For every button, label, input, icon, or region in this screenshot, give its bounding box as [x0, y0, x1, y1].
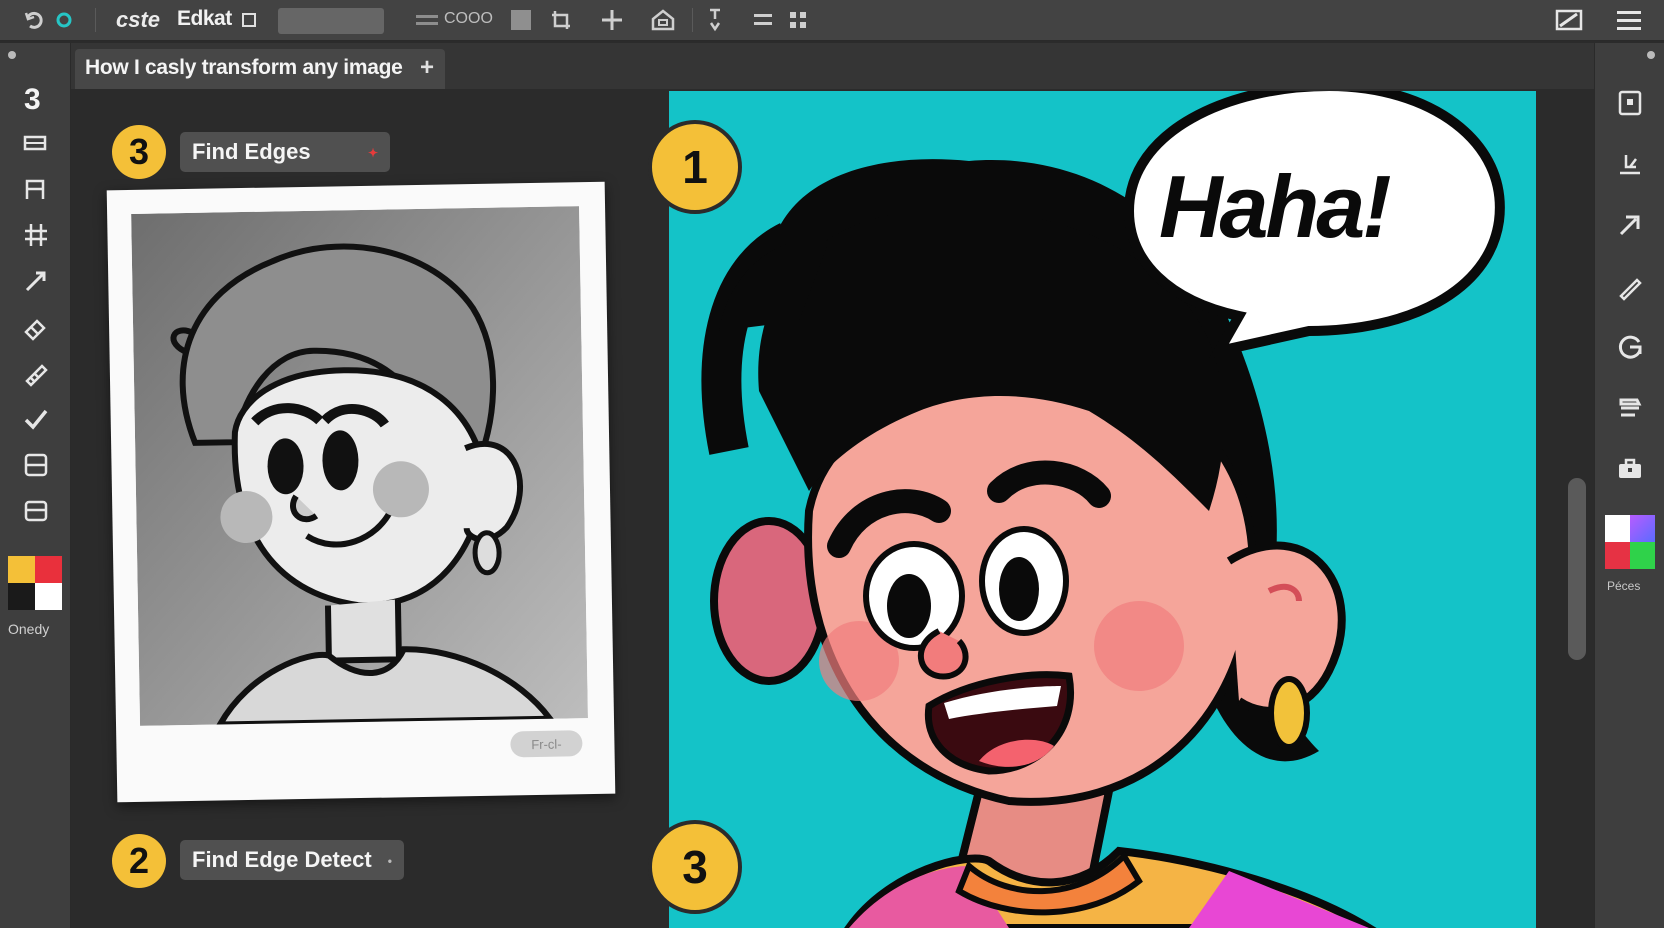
swatch-black[interactable]	[8, 583, 35, 610]
separator	[95, 8, 96, 32]
step-label: Find Edge Detect	[192, 847, 372, 872]
sketch-action-button[interactable]: Fr-cl-	[510, 730, 583, 758]
list-icon[interactable]	[1612, 391, 1648, 427]
sync-icon[interactable]	[52, 8, 76, 32]
step-badge-2: 2	[112, 834, 166, 888]
swatch-green[interactable]	[1630, 542, 1655, 569]
case-icon[interactable]	[1612, 451, 1648, 487]
tool-number: 3	[24, 83, 41, 116]
grid-icon[interactable]	[786, 8, 810, 32]
top-toolbar: cste Edkat COOO	[0, 0, 1664, 41]
swatch-yellow[interactable]	[8, 556, 35, 583]
app-logo: cste	[115, 7, 161, 32]
panel-dot	[8, 51, 16, 59]
swatch-purple[interactable]	[1630, 515, 1655, 542]
layers-icon[interactable]	[18, 447, 54, 483]
app-title: Edkat	[177, 7, 232, 30]
move-icon[interactable]	[598, 8, 626, 32]
step-find-edge-detect[interactable]: Find Edge Detect •	[180, 840, 404, 880]
panel-dot	[1647, 51, 1655, 59]
marquee-icon[interactable]	[18, 125, 54, 161]
sketch-photo[interactable]: Fr-cl-	[106, 181, 616, 803]
frame-icon[interactable]	[1612, 85, 1648, 121]
swatch-white[interactable]	[35, 583, 62, 610]
speech-bubble-text: Haha!	[1159, 157, 1391, 256]
align-icon[interactable]	[750, 8, 776, 32]
shape-icon[interactable]	[1612, 147, 1648, 183]
crop-tool-icon[interactable]	[18, 217, 54, 253]
new-tab-button[interactable]: +	[420, 54, 434, 82]
crop-icon[interactable]	[548, 8, 574, 32]
sketch-image	[131, 206, 588, 726]
cartoon-illustration	[701, 91, 1505, 928]
undo-icon[interactable]	[22, 8, 48, 32]
pencil-icon[interactable]	[18, 355, 54, 391]
step-badge-3: 3	[112, 125, 166, 179]
swatch-label: Onedy	[8, 621, 50, 637]
step-label: Find Edges	[192, 139, 311, 164]
step-find-edges[interactable]: Find Edges ✦	[180, 132, 390, 172]
pen-icon[interactable]	[1612, 269, 1648, 305]
right-toolbar: Péces	[1594, 43, 1664, 928]
stack-icon[interactable]	[412, 8, 442, 32]
separator	[692, 8, 693, 32]
step-dot: •	[387, 854, 392, 868]
brush-icon[interactable]	[18, 263, 54, 299]
image-edit-icon[interactable]	[1554, 8, 1584, 32]
right-swatch-label: Péces	[1607, 579, 1641, 593]
arrow-icon[interactable]	[1612, 207, 1648, 243]
search-field[interactable]	[278, 8, 384, 34]
zoom-level[interactable]: COOO	[444, 10, 493, 28]
home-icon[interactable]	[648, 8, 678, 32]
layout-icon[interactable]	[18, 493, 54, 529]
tab-title[interactable]: How I casly transform any image	[85, 56, 403, 80]
menu-icon[interactable]	[1614, 8, 1644, 32]
image-canvas[interactable]: Haha!	[669, 91, 1536, 928]
step-dot: ✦	[367, 146, 378, 160]
refresh-icon[interactable]	[1612, 329, 1648, 365]
canvas-badge-3: 3	[648, 820, 742, 914]
text-icon[interactable]	[18, 171, 54, 207]
panel-icon[interactable]	[238, 8, 260, 32]
mask-icon[interactable]	[508, 8, 534, 32]
color-swatches[interactable]	[8, 556, 62, 610]
canvas-badge-1: 1	[648, 120, 742, 214]
right-color-swatches[interactable]	[1605, 515, 1655, 569]
eraser-icon[interactable]	[18, 309, 54, 345]
adjust-icon[interactable]	[704, 8, 726, 32]
left-toolbar: 3 Onedy	[0, 43, 71, 928]
swatch-white[interactable]	[1605, 515, 1630, 542]
check-icon[interactable]	[18, 401, 54, 437]
swatch-red[interactable]	[35, 556, 62, 583]
vertical-scrollbar[interactable]	[1568, 478, 1586, 660]
swatch-red[interactable]	[1605, 542, 1630, 569]
